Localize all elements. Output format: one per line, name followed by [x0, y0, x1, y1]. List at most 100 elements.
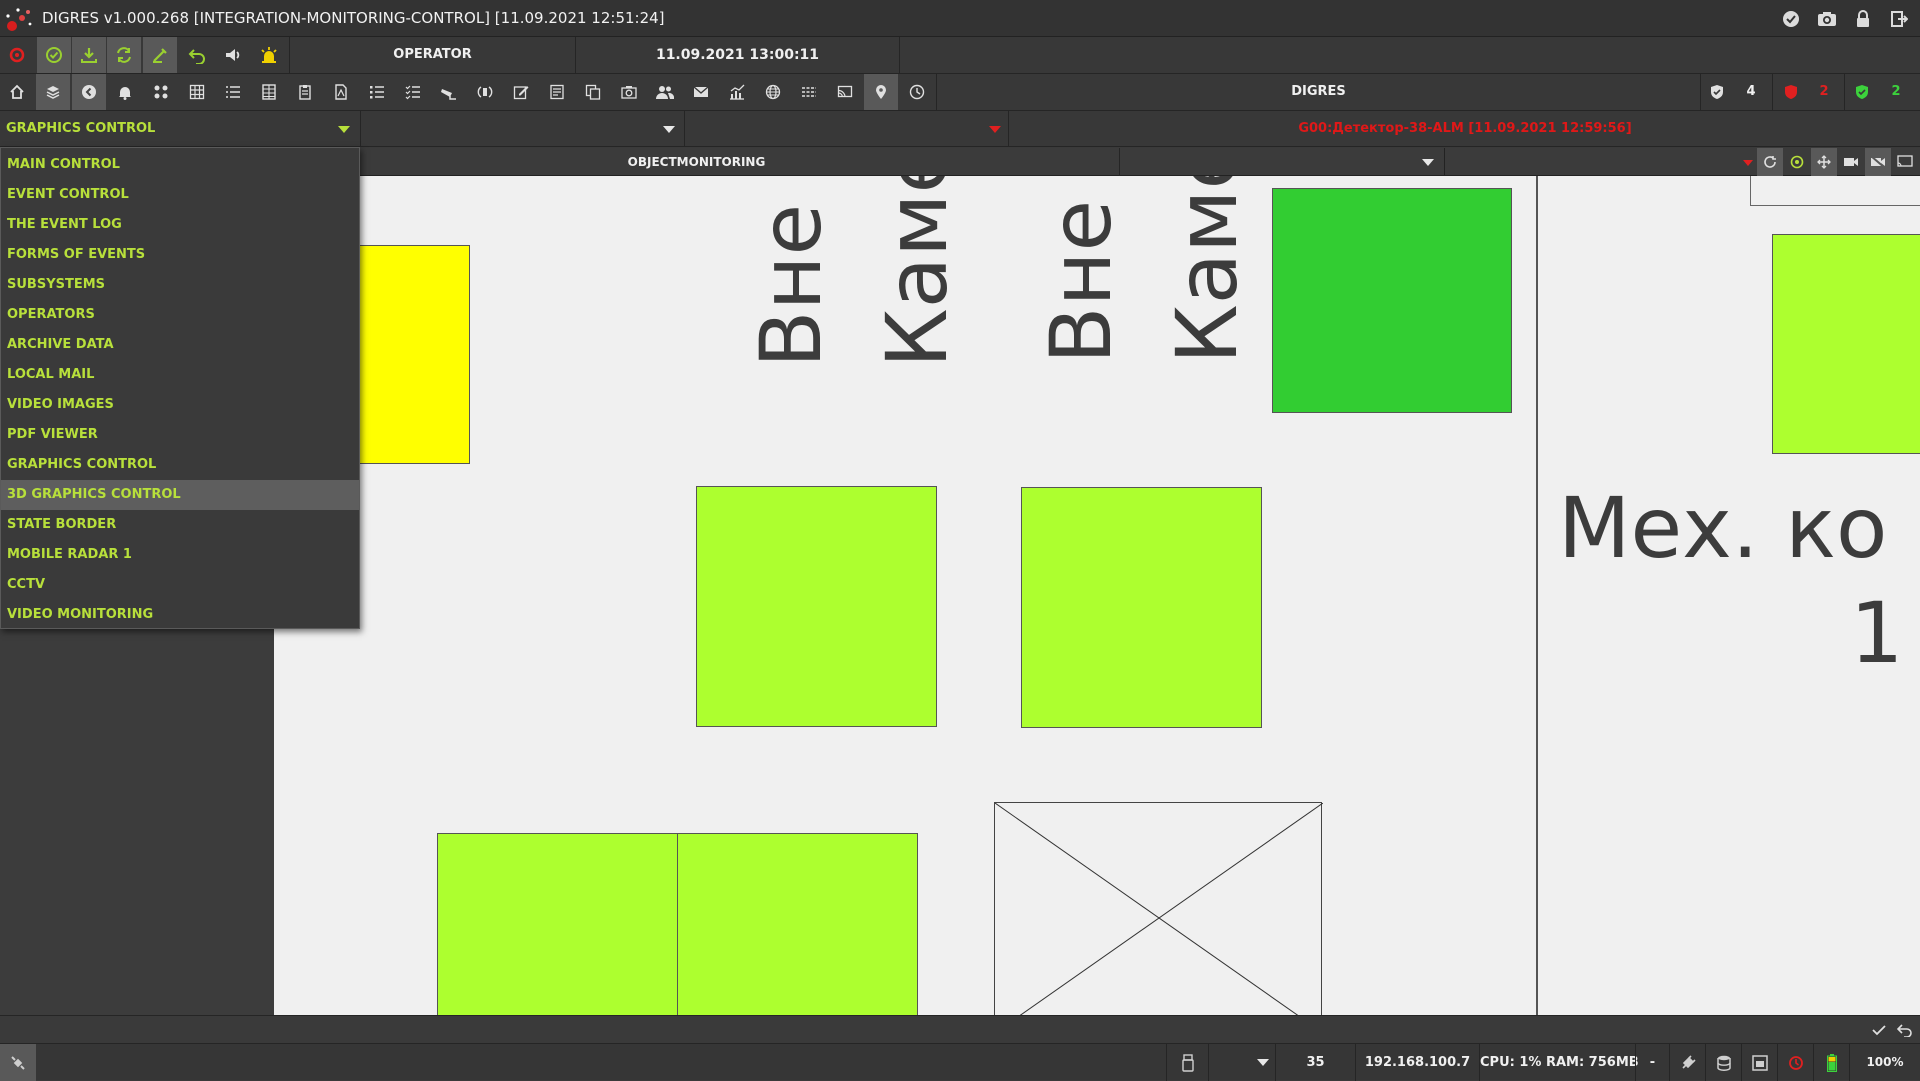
dropdown-item[interactable]: SUBSYSTEMS [1, 270, 359, 300]
refresh-icon[interactable] [1757, 148, 1783, 176]
mail-icon[interactable] [684, 74, 718, 110]
back-circle-icon[interactable] [72, 74, 106, 110]
revert-icon[interactable] [1892, 1016, 1918, 1044]
chart-icon[interactable] [720, 74, 754, 110]
separator [1772, 74, 1773, 111]
target-icon[interactable] [1784, 148, 1810, 176]
bell-icon[interactable] [108, 74, 142, 110]
cast-screen-icon[interactable] [1892, 148, 1918, 176]
camera-icon[interactable] [1814, 6, 1840, 32]
dropdown-item[interactable]: FORMS OF EVENTS [1, 240, 359, 270]
dropdown-item[interactable]: VIDEO MONITORING [1, 600, 359, 630]
toolbar-modules: DIGRES 4 2 2 [0, 74, 1920, 111]
dropdown-item[interactable]: MAIN CONTROL [1, 150, 359, 180]
chevron-down-icon[interactable] [338, 126, 350, 133]
check-circle-icon[interactable] [1778, 6, 1804, 32]
dropdown-item-highlighted[interactable]: 3D GRAPHICS CONTROL [1, 480, 359, 510]
move-icon[interactable] [1811, 148, 1837, 176]
video-off-icon[interactable] [1865, 148, 1891, 176]
dropdown-item[interactable]: ARCHIVE DATA [1, 330, 359, 360]
zone-lime[interactable] [1021, 487, 1262, 728]
counter-alarm: 2 [1819, 84, 1829, 99]
copy-icon[interactable] [576, 74, 610, 110]
chevron-down-icon[interactable] [1422, 159, 1434, 166]
toolbar-primary: OPERATOR 11.09.2021 13:00:11 [0, 37, 1920, 74]
list-icon[interactable] [216, 74, 250, 110]
status-select[interactable] [1208, 1044, 1275, 1081]
room-label: Каме [868, 176, 966, 368]
sound-icon[interactable] [216, 37, 250, 73]
secondary-select[interactable] [361, 111, 685, 147]
clipboard-icon[interactable] [288, 74, 322, 110]
exit-icon[interactable] [1886, 6, 1912, 32]
globe-icon[interactable] [756, 74, 790, 110]
sync-icon[interactable] [107, 37, 141, 73]
database-icon [1705, 1044, 1741, 1081]
map-canvas[interactable]: Вне Каме Вне Каме Мех. ко 1 [274, 176, 1920, 1015]
room-label: Каме [1158, 176, 1256, 364]
zone-green[interactable] [1272, 188, 1512, 413]
zone-crossed[interactable] [994, 802, 1323, 1015]
dropdown-item[interactable]: CCTV [1, 570, 359, 600]
users-icon[interactable] [648, 74, 682, 110]
siren-icon[interactable] [252, 37, 286, 73]
last-alarm-text[interactable]: G00:Детектор-38-ALM [11.09.2021 12:59:56… [1010, 111, 1920, 147]
separator [899, 37, 900, 74]
radar-wave-icon[interactable] [468, 74, 502, 110]
video-camera-icon[interactable] [1838, 148, 1864, 176]
border-lines-icon[interactable] [792, 74, 826, 110]
zone-lime[interactable] [696, 486, 937, 727]
zone-lime[interactable] [677, 833, 918, 1015]
ordered-list-icon[interactable] [360, 74, 394, 110]
alarm-filter-chevron-icon[interactable] [1743, 160, 1753, 166]
apply-check-icon[interactable] [1866, 1016, 1892, 1044]
home-icon[interactable] [0, 74, 34, 110]
lock-icon[interactable] [1850, 6, 1876, 32]
dropdown-item[interactable]: OPERATORS [1, 300, 359, 330]
chevron-down-icon[interactable] [663, 126, 675, 133]
tertiary-select[interactable] [685, 111, 1009, 147]
cast-icon[interactable] [828, 74, 862, 110]
dropdown-item[interactable]: STATE BORDER [1, 510, 359, 540]
dropdown-item[interactable]: MOBILE RADAR 1 [1, 540, 359, 570]
edit-icon[interactable] [504, 74, 538, 110]
dropdown-item[interactable]: EVENT CONTROL [1, 180, 359, 210]
checklist-icon[interactable] [396, 74, 430, 110]
wall-line [1536, 176, 1538, 1015]
undo-icon[interactable] [180, 37, 214, 73]
zone-yellow[interactable] [354, 245, 470, 464]
counter-total: 4 [1746, 84, 1756, 99]
chevron-down-icon[interactable] [1257, 1059, 1269, 1066]
module-select[interactable]: GRAPHICS CONTROL [0, 111, 361, 147]
download-icon[interactable] [72, 37, 106, 73]
status-dash: - [1635, 1044, 1669, 1081]
nodes-icon[interactable] [144, 74, 178, 110]
document-icon[interactable] [540, 74, 574, 110]
clear-icon[interactable] [143, 37, 177, 73]
layers-icon[interactable] [36, 74, 70, 110]
dropdown-item[interactable]: THE EVENT LOG [1, 210, 359, 240]
title-bar: DIGRES v1.000.268 [INTEGRATION-MONITORIN… [0, 0, 1920, 37]
map-layer-select[interactable] [1120, 148, 1445, 176]
chevron-down-icon[interactable] [989, 126, 1001, 133]
dropdown-item[interactable]: PDF VIEWER [1, 420, 359, 450]
table-icon[interactable] [252, 74, 286, 110]
mech-label: Мех. ко [1558, 479, 1888, 577]
dropdown-item[interactable]: GRAPHICS CONTROL [1, 450, 359, 480]
zone-lime[interactable] [1772, 234, 1920, 454]
clock-icon[interactable] [900, 74, 934, 110]
alarm-stop-icon[interactable] [0, 37, 34, 73]
acknowledge-icon[interactable] [37, 37, 71, 73]
cctv-camera-icon[interactable] [432, 74, 466, 110]
dropdown-item[interactable]: VIDEO IMAGES [1, 390, 359, 420]
grid-icon[interactable] [180, 74, 214, 110]
pdf-icon[interactable] [324, 74, 358, 110]
zone-lime[interactable] [437, 833, 678, 1015]
alarm-status-icon [1777, 1044, 1813, 1081]
satellite-icon[interactable] [0, 1044, 36, 1081]
zone-outline[interactable] [1750, 176, 1920, 206]
photo-camera-icon[interactable] [612, 74, 646, 110]
dropdown-item[interactable]: LOCAL MAIL [1, 360, 359, 390]
map-pin-icon[interactable] [864, 74, 898, 110]
module-select-value: GRAPHICS CONTROL [6, 121, 156, 136]
